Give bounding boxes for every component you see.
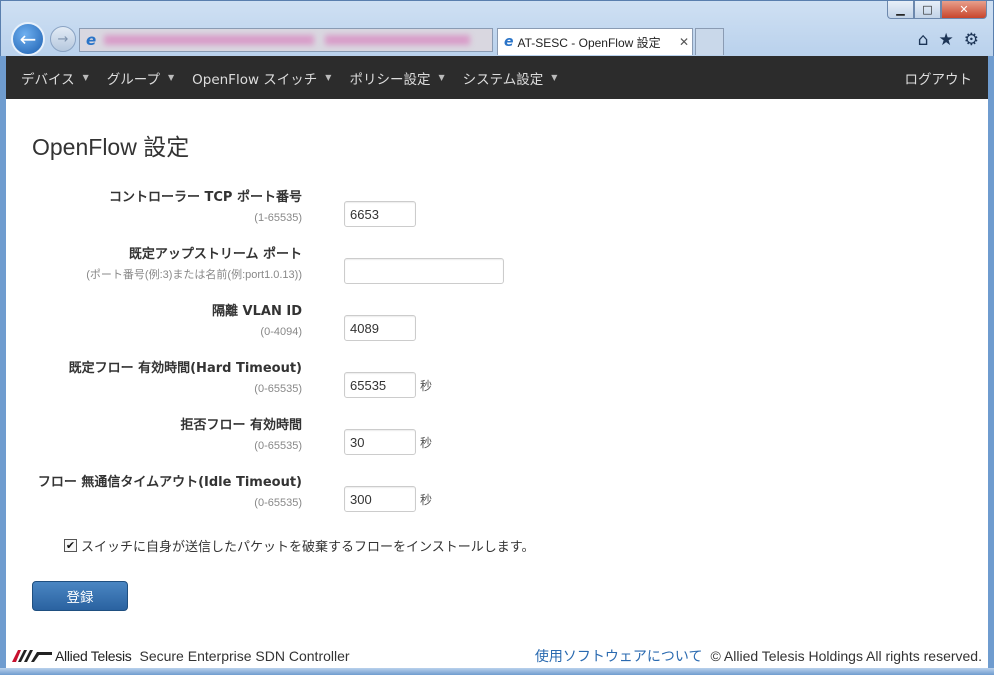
ie-icon: e	[504, 34, 514, 50]
copyright: © Allied Telesis Holdings All rights res…	[710, 647, 982, 664]
forward-button[interactable]: →	[50, 26, 76, 52]
logo-text: Allied Telesis	[55, 647, 132, 664]
submit-button[interactable]: 登録	[32, 581, 128, 611]
tab-close-icon[interactable]: ✕	[676, 35, 692, 49]
form-row-deny-timeout: 拒否フロー 有効時間 (0-65535) 秒	[32, 418, 962, 475]
field-label-group: フロー 無通信タイムアウト(Idle Timeout) (0-65535)	[38, 475, 302, 510]
product-name: Secure Enterprise SDN Controller	[139, 647, 350, 664]
upstream-port-input[interactable]	[344, 258, 504, 284]
deny-timeout-input[interactable]	[344, 429, 416, 455]
field-wrapper	[344, 258, 504, 284]
arrow-right-icon: →	[57, 31, 69, 47]
isolation-vlan-input[interactable]	[344, 315, 416, 341]
field-range-hint: (0-65535)	[254, 440, 302, 452]
ie-icon: e	[86, 31, 97, 49]
form-row-hard-timeout: 既定フロー 有効時間(Hard Timeout) (0-65535) 秒	[32, 361, 962, 418]
field-label-group: 隔離 VLAN ID (0-4094)	[212, 304, 302, 339]
field-wrapper	[344, 201, 416, 227]
window-frame-bottom	[0, 668, 994, 675]
nav-item-label: グループ	[106, 71, 160, 88]
field-label-group: コントローラー TCP ポート番号 (1-65535)	[109, 190, 302, 225]
field-label: コントローラー TCP ポート番号	[109, 190, 302, 205]
software-info-link[interactable]: 使用ソフトウェアについて	[535, 646, 703, 666]
new-tab-button[interactable]	[695, 28, 724, 55]
browser-tab-active[interactable]: e AT-SESC - OpenFlow 設定 ✕	[497, 28, 693, 55]
allied-telesis-mark-icon	[12, 649, 52, 662]
unit-seconds: 秒	[420, 435, 433, 450]
field-range-hint: (0-4094)	[260, 326, 302, 338]
page-viewport: デバイス ▼ グループ ▼ OpenFlow スイッチ ▼ ポリシー設定 ▼ シ…	[6, 56, 988, 668]
field-label: フロー 無通信タイムアウト(Idle Timeout)	[37, 475, 302, 490]
field-range-hint: (0-65535)	[254, 497, 302, 509]
field-label-group: 既定アップストリーム ポート (ポート番号(例:3)または名前(例:port1.…	[86, 247, 302, 282]
nav-item-policy[interactable]: ポリシー設定 ▼	[349, 68, 444, 88]
unit-seconds: 秒	[420, 378, 433, 393]
hard-timeout-input[interactable]	[344, 372, 416, 398]
top-navbar: デバイス ▼ グループ ▼ OpenFlow スイッチ ▼ ポリシー設定 ▼ シ…	[6, 56, 988, 99]
caret-down-icon: ▼	[325, 73, 332, 82]
field-label: 隔離 VLAN ID	[212, 304, 302, 319]
main-content: OpenFlow 設定 コントローラー TCP ポート番号 (1-65535) …	[6, 128, 988, 611]
close-window-button[interactable]: ✕	[941, 1, 987, 19]
caret-down-icon: ▼	[167, 73, 175, 82]
redacted-status	[325, 35, 470, 45]
field-label-group: 既定フロー 有効時間(Hard Timeout) (0-65535)	[69, 361, 302, 396]
caret-down-icon: ▼	[82, 73, 89, 82]
tab-title: AT-SESC - OpenFlow 設定	[517, 35, 661, 50]
nav-item-label: デバイス	[21, 71, 75, 88]
field-label-group: 拒否フロー 有効時間 (0-65535)	[180, 418, 302, 453]
unit-seconds: 秒	[420, 492, 433, 507]
browser-tools: ⌂ ★ ⚙	[918, 30, 979, 50]
idle-timeout-input[interactable]	[344, 486, 416, 512]
form-row-idle-timeout: フロー 無通信タイムアウト(Idle Timeout) (0-65535) 秒	[32, 475, 962, 532]
page-title: OpenFlow 設定	[32, 134, 190, 160]
browser-chrome: ▁ □ ✕ ← → e e AT-SESC - OpenFlow 設定 ✕ ⌂ …	[0, 0, 994, 56]
tcp-port-input[interactable]	[344, 201, 416, 227]
nav-item-system[interactable]: システム設定 ▼	[463, 68, 558, 88]
field-wrapper: 秒	[344, 372, 432, 398]
drop-self-packets-option: ✔ スイッチに自身が送信したパケットを破棄するフローをインストールします。	[64, 536, 962, 555]
minimize-button[interactable]: ▁	[887, 1, 914, 19]
logout-link[interactable]: ログアウト	[905, 68, 973, 88]
form-row-upstream-port: 既定アップストリーム ポート (ポート番号(例:3)または名前(例:port1.…	[32, 247, 962, 304]
form-row-tcp-port: コントローラー TCP ポート番号 (1-65535)	[32, 190, 962, 247]
caret-down-icon: ▼	[438, 73, 445, 82]
field-range-hint: (0-65535)	[254, 383, 302, 395]
window-controls: ▁ □ ✕	[887, 1, 987, 19]
nav-item-groups[interactable]: グループ ▼	[107, 68, 174, 88]
nav-item-label: ポリシー設定	[349, 71, 431, 88]
allied-telesis-logo: Allied Telesis	[12, 647, 132, 664]
drop-self-packets-checkbox[interactable]: ✔	[64, 539, 77, 552]
field-wrapper: 秒	[344, 486, 432, 512]
checkbox-label[interactable]: スイッチに自身が送信したパケットを破棄するフローをインストールします。	[81, 536, 534, 555]
back-button[interactable]: ←	[11, 22, 45, 56]
field-label: 既定アップストリーム ポート	[128, 247, 302, 262]
gear-icon[interactable]: ⚙	[964, 30, 979, 50]
form-row-isolation-vlan: 隔離 VLAN ID (0-4094)	[32, 304, 962, 361]
star-icon[interactable]: ★	[939, 30, 954, 50]
maximize-button[interactable]: □	[914, 1, 941, 19]
field-label: 既定フロー 有効時間(Hard Timeout)	[68, 361, 302, 376]
address-bar[interactable]: e	[79, 28, 493, 52]
field-wrapper	[344, 315, 416, 341]
home-icon[interactable]: ⌂	[918, 30, 929, 50]
arrow-left-icon: ←	[19, 27, 37, 51]
nav-item-label: システム設定	[462, 71, 544, 88]
field-range-hint: (ポート番号(例:3)または名前(例:port1.0.13))	[86, 269, 302, 281]
caret-down-icon: ▼	[551, 73, 558, 82]
field-wrapper: 秒	[344, 429, 432, 455]
field-range-hint: (1-65535)	[254, 212, 302, 224]
nav-item-openflow-switch[interactable]: OpenFlow スイッチ ▼	[192, 68, 331, 88]
nav-item-label: OpenFlow スイッチ	[192, 71, 318, 88]
nav-item-devices[interactable]: デバイス ▼	[21, 68, 89, 88]
field-label: 拒否フロー 有効時間	[180, 418, 302, 433]
redacted-url	[104, 35, 314, 45]
footer: Allied Telesis Secure Enterprise SDN Con…	[6, 643, 988, 668]
